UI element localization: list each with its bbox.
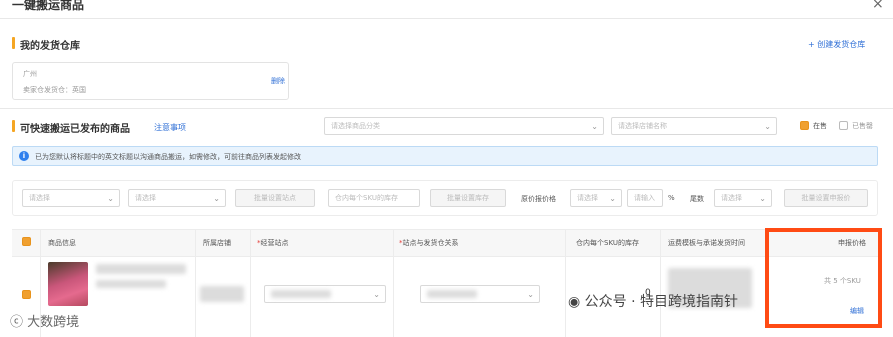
- chevron-down-icon: ⌄: [764, 122, 771, 131]
- warehouse-section-title: 我的发货仓库: [20, 41, 80, 52]
- notice-text: 已为您默认将标题中的英文标题以沟通商品搬运，如需修改，可前往商品列表发起修改: [35, 153, 301, 161]
- highlight-box: [765, 228, 882, 328]
- chevron-down-icon: ⌄: [759, 194, 766, 203]
- percent-input[interactable]: 请输入: [627, 189, 663, 207]
- site-select[interactable]: ⌄: [264, 285, 386, 303]
- batch-select-2[interactable]: 请选择 ⌄: [128, 189, 226, 207]
- col-divider: [393, 229, 394, 337]
- batch-stock-button[interactable]: 批量设置库存: [430, 189, 506, 207]
- chevron-down-icon: ⌄: [107, 194, 114, 203]
- select-placeholder: 请选择: [721, 194, 742, 202]
- header-divider: [0, 18, 893, 19]
- col-info: 商品信息: [48, 239, 76, 247]
- product-id-blurred: [96, 280, 166, 288]
- price-basis-select[interactable]: 请选择 ⌄: [570, 189, 622, 207]
- percent-sign: %: [668, 194, 675, 202]
- col-divider: [250, 229, 251, 337]
- chevron-down-icon: ⌄: [591, 122, 598, 131]
- onsale-label: 在售: [813, 122, 827, 130]
- select-placeholder: 请选择: [577, 194, 598, 202]
- section-divider: [0, 108, 893, 109]
- watermark-left: ⓒ 大数跨境: [10, 311, 79, 330]
- create-warehouse-link[interactable]: + 创建发货仓库: [808, 39, 865, 50]
- product-title-blurred: [96, 264, 186, 274]
- warehouse-card: 广州 卖家仓发货仓：英国 删除: [12, 62, 289, 100]
- wechat-logo-icon: ⓒ: [10, 315, 24, 330]
- chevron-down-icon: ⌄: [373, 290, 380, 299]
- col-divider: [195, 229, 196, 337]
- watermark-right: ◉ 公众号 · 特目跨境指南针: [568, 291, 738, 311]
- notice-banner: i 已为您默认将标题中的英文标题以沟通商品搬运，如需修改，可前往商品列表发起修改: [12, 146, 878, 166]
- wechat-icon: ◉: [568, 294, 581, 310]
- category-placeholder: 请选择商品分类: [331, 122, 380, 130]
- tail-label: 尾数: [690, 195, 704, 203]
- notes-link[interactable]: 注意事项: [154, 122, 186, 133]
- col-divider: [565, 229, 566, 337]
- soldout-checkbox[interactable]: [839, 121, 848, 130]
- col-divider: [660, 229, 661, 337]
- stock-input[interactable]: 仓内每个SKU的库存: [328, 189, 420, 207]
- watermark-right-text: 公众号 · 特目跨境指南针: [584, 294, 739, 310]
- col-site-label: 经营站点: [260, 239, 289, 247]
- section-marker: [12, 37, 15, 49]
- dialog-title: 一键搬运商品: [12, 0, 85, 12]
- batch-select-1[interactable]: 请选择 ⌄: [22, 189, 120, 207]
- select-all-checkbox[interactable]: [22, 237, 31, 246]
- col-site: *经营站点: [257, 238, 289, 248]
- tail-select[interactable]: 请选择 ⌄: [714, 189, 772, 207]
- watermark-left-text: 大数跨境: [27, 315, 80, 330]
- select-placeholder: 请选择: [29, 194, 50, 202]
- store-select[interactable]: 请选择店铺名称 ⌄: [611, 117, 777, 135]
- site-value-blurred: [271, 290, 331, 298]
- close-icon[interactable]: ×: [872, 0, 884, 12]
- col-sku-stock: 仓内每个SKU的库存: [576, 239, 639, 247]
- store-placeholder: 请选择店铺名称: [618, 122, 667, 130]
- col-store: 所属店铺: [203, 239, 231, 247]
- onsale-checkbox[interactable]: [800, 121, 809, 130]
- col-site-wh-label: 站点与发货仓关系: [402, 239, 459, 247]
- price-label: 原价报价格: [521, 195, 556, 203]
- select-placeholder: 请选择: [135, 194, 156, 202]
- site-warehouse-select[interactable]: ⌄: [420, 285, 540, 303]
- info-icon: i: [19, 151, 29, 161]
- batch-site-button[interactable]: 批量设置站点: [235, 189, 315, 207]
- delete-warehouse-link[interactable]: 删除: [271, 76, 285, 86]
- soldout-label: 已售罄: [852, 122, 873, 130]
- warehouse-name: 广州: [23, 70, 37, 78]
- col-site-wh: *站点与发货仓关系: [399, 238, 459, 248]
- chevron-down-icon: ⌄: [213, 194, 220, 203]
- products-section-title: 可快速搬运已发布的商品: [20, 124, 130, 135]
- site-wh-value-blurred: [427, 290, 477, 298]
- row-checkbox[interactable]: [22, 290, 31, 299]
- chevron-down-icon: ⌄: [609, 194, 616, 203]
- product-thumbnail: [48, 262, 88, 306]
- batch-price-button[interactable]: 批量设置申报价: [784, 189, 868, 207]
- col-freight: 运费模板与承诺发货时间: [668, 239, 745, 247]
- category-select[interactable]: 请选择商品分类 ⌄: [324, 117, 604, 135]
- store-name-blurred: [200, 286, 244, 302]
- chevron-down-icon: ⌄: [527, 290, 534, 299]
- section-marker: [12, 120, 15, 132]
- warehouse-address: 卖家仓发货仓：英国: [23, 86, 86, 94]
